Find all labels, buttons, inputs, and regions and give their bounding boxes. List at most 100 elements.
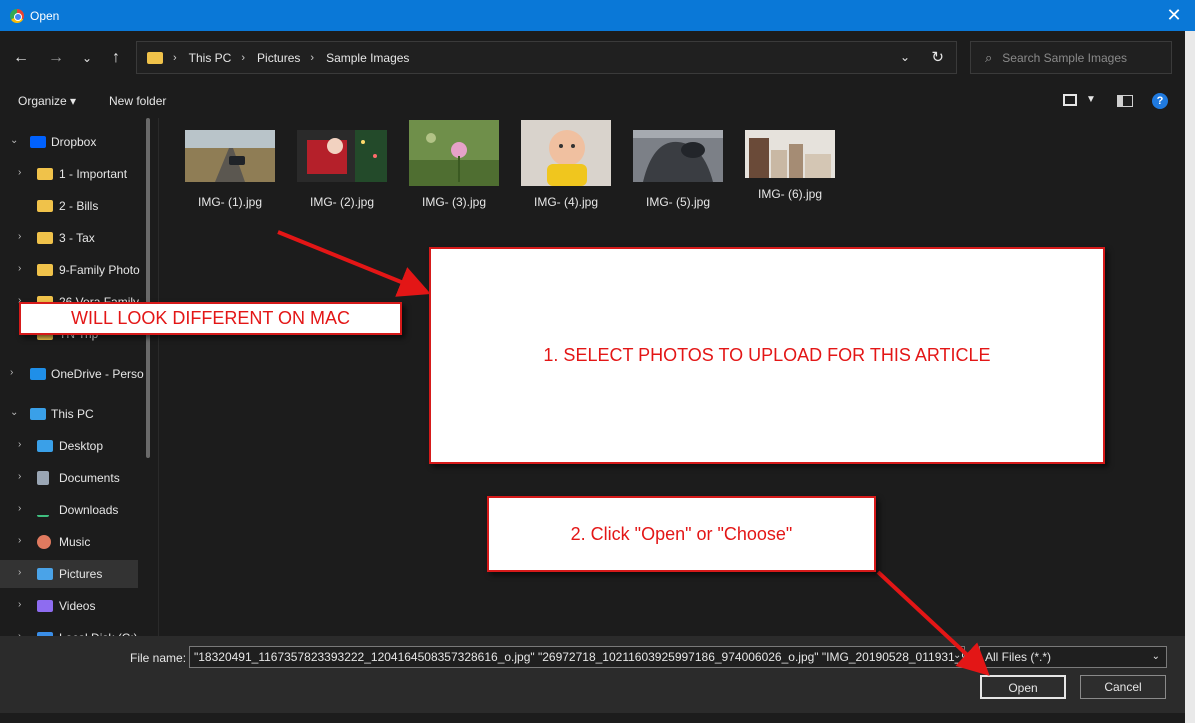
chevron-icon[interactable]: ⌄ <box>10 135 18 146</box>
sidebar-scrollbar[interactable] <box>146 118 150 458</box>
view-mode-dropdown-icon[interactable]: ▼ <box>1086 94 1096 105</box>
sidebar-item[interactable]: ⌄ Dropbox <box>0 128 150 156</box>
dialog-footer: File name: "18320491_1167357823393222_12… <box>0 636 1185 713</box>
refresh-icon[interactable]: ↻ <box>931 48 944 66</box>
file-item[interactable]: IMG- (1).jpg <box>174 126 286 209</box>
chevron-icon[interactable]: › <box>18 471 21 482</box>
sidebar-item-label: Videos <box>59 599 96 613</box>
file-name: IMG- (2).jpg <box>309 195 374 209</box>
sidebar-item-label: Downloads <box>59 503 119 517</box>
recent-locations-icon[interactable]: ⌄ <box>75 46 99 70</box>
breadcrumb-separator: › <box>241 51 246 64</box>
new-folder-button[interactable]: New folder <box>109 94 166 108</box>
folder-icon <box>37 264 53 276</box>
file-name-input[interactable]: "18320491_1167357823393222_1204164508357… <box>189 646 965 668</box>
step2-callout: 2. Click "Open" or "Choose" <box>487 496 876 572</box>
file-type-value: All Files (*.*) <box>985 650 1052 664</box>
photo-baby-icon <box>521 120 611 186</box>
chevron-icon[interactable]: ⌄ <box>10 407 18 418</box>
preview-pane-icon[interactable] <box>1117 95 1133 107</box>
chevron-icon[interactable]: › <box>18 439 21 450</box>
breadcrumb-pictures[interactable]: Pictures <box>257 51 300 65</box>
sidebar-item[interactable]: ›Local Disk (C:) <box>0 624 150 636</box>
chevron-icon[interactable]: › <box>18 503 21 514</box>
sidebar-item-label: OneDrive - Perso <box>51 367 144 381</box>
document-icon <box>37 471 49 485</box>
sidebar-item[interactable]: › 3 - Tax <box>0 224 150 252</box>
download-icon <box>37 503 49 517</box>
sidebar-item-label: 3 - Tax <box>59 231 95 245</box>
folder-icon <box>37 168 53 180</box>
file-name-label: File name: <box>130 651 187 665</box>
file-name: IMG- (5).jpg <box>645 195 710 209</box>
folder-icon <box>37 200 53 212</box>
sidebar-item-label: 1 - Important <box>59 167 128 181</box>
pictures-icon <box>37 568 53 580</box>
sidebar-item[interactable]: › 9-Family Photo <box>0 256 150 284</box>
back-arrow-icon[interactable]: ← <box>9 46 33 70</box>
pane-divider[interactable] <box>158 118 159 636</box>
breadcrumb-separator: › <box>310 51 315 64</box>
sidebar-item[interactable]: › Pictures <box>0 560 138 588</box>
sidebar-item[interactable]: ⌄ This PC <box>0 400 150 428</box>
sidebar-item[interactable]: › OneDrive - Perso <box>0 360 150 388</box>
file-item[interactable]: IMG- (5).jpg <box>622 126 734 209</box>
file-name: IMG- (6).jpg <box>757 187 822 201</box>
dropbox-icon <box>30 136 46 148</box>
photo-car-interior-icon <box>633 130 723 182</box>
search-placeholder: Search Sample Images <box>1002 50 1128 65</box>
help-icon[interactable]: ? <box>1152 93 1168 109</box>
file-item[interactable]: IMG- (4).jpg <box>510 120 622 209</box>
sidebar-item[interactable]: › Desktop <box>0 432 150 460</box>
onedrive-icon <box>30 368 46 380</box>
file-name-dropdown-icon[interactable]: ⌄ <box>953 650 961 661</box>
chevron-icon[interactable]: › <box>18 263 21 274</box>
sidebar-item-label: This PC <box>51 407 94 421</box>
step1-callout: 1. SELECT PHOTOS TO UPLOAD FOR THIS ARTI… <box>429 247 1105 464</box>
chevron-icon[interactable]: › <box>18 535 21 546</box>
sidebar-item[interactable]: › Music <box>0 528 150 556</box>
sidebar-item[interactable]: › Documents <box>0 464 150 492</box>
chevron-icon[interactable]: › <box>10 367 13 378</box>
organize-button[interactable]: Organize ▾ <box>18 94 76 108</box>
chevron-icon[interactable]: › <box>18 167 21 178</box>
chevron-down-icon: ⌄ <box>1151 651 1160 662</box>
sidebar-item[interactable]: 2 - Bills <box>0 192 150 220</box>
view-mode-icon[interactable] <box>1063 94 1077 106</box>
folder-icon <box>37 232 53 244</box>
photo-christmas-icon <box>297 130 387 182</box>
open-button[interactable]: Open <box>980 675 1066 699</box>
file-item[interactable]: IMG- (3).jpg <box>398 120 510 209</box>
chevron-icon[interactable]: › <box>18 231 21 242</box>
sidebar-item-label: Desktop <box>59 439 104 453</box>
file-type-select[interactable]: All Files (*.*) ⌄ <box>979 646 1167 668</box>
navigation-bar: ← → ⌄ ↑ › This PC › Pictures › Sample Im… <box>0 31 1185 86</box>
close-icon[interactable]: ✕ <box>1163 4 1185 26</box>
photo-road-car-icon <box>185 130 275 182</box>
folder-icon <box>147 51 163 64</box>
sidebar-item[interactable]: › 1 - Important <box>0 160 150 188</box>
file-item[interactable]: IMG- (6).jpg <box>734 126 846 201</box>
breadcrumb-sample-images[interactable]: Sample Images <box>326 51 409 65</box>
photo-city-icon <box>745 130 835 178</box>
address-bar[interactable]: › This PC › Pictures › Sample Images ⌄ ↻ <box>136 41 957 74</box>
sidebar-item[interactable]: › Videos <box>0 592 150 620</box>
video-icon <box>37 600 53 612</box>
title-bar: Open ✕ <box>0 0 1195 31</box>
search-box[interactable]: ⌕ Search Sample Images <box>970 41 1172 74</box>
background-window-strip <box>1185 31 1195 723</box>
file-item[interactable]: IMG- (2).jpg <box>286 126 398 209</box>
music-icon <box>37 535 51 549</box>
cancel-button[interactable]: Cancel <box>1080 675 1166 699</box>
chevron-icon[interactable]: › <box>18 567 21 578</box>
forward-arrow-icon[interactable]: → <box>44 46 68 70</box>
command-bar: Organize ▾ New folder ▼ ? <box>0 86 1185 116</box>
sidebar-item-label: Pictures <box>59 567 103 581</box>
sidebar-item-label: Music <box>59 535 91 549</box>
sidebar-item[interactable]: › Downloads <box>0 496 150 524</box>
up-arrow-icon[interactable]: ↑ <box>104 46 128 70</box>
breadcrumb-this-pc[interactable]: This PC <box>189 51 232 65</box>
chevron-icon[interactable]: › <box>18 599 21 610</box>
chrome-icon <box>10 8 24 23</box>
chevron-down-icon[interactable]: ⌄ <box>900 50 910 64</box>
